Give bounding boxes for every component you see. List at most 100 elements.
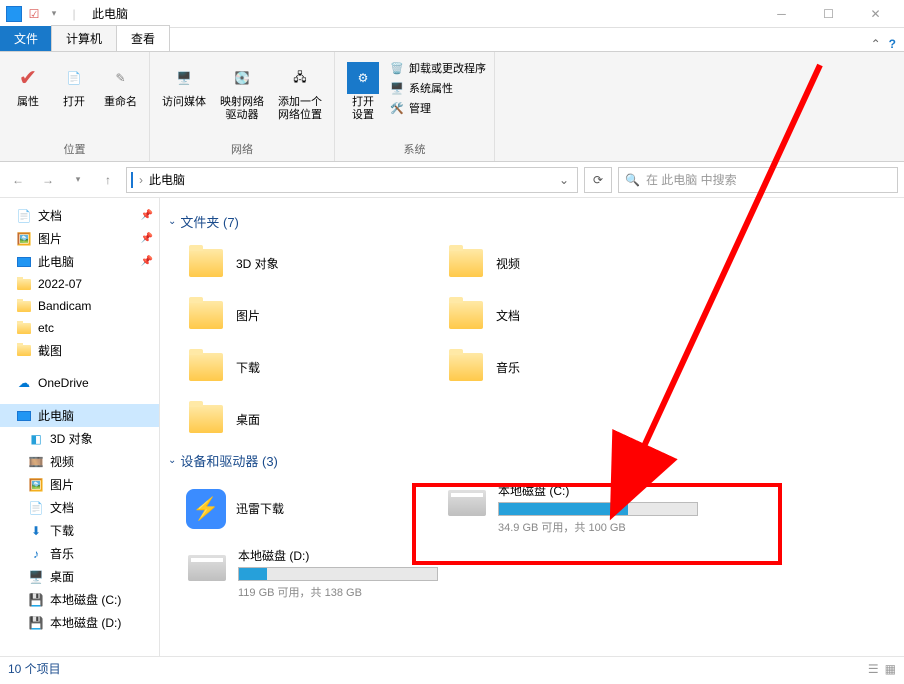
breadcrumb[interactable]: 此电脑 bbox=[149, 171, 185, 188]
cube-icon bbox=[186, 243, 226, 283]
titlebar: ☑ ▾ | 此电脑 ─ ☐ ✕ bbox=[0, 0, 904, 28]
item-count: 10 个项目 bbox=[8, 660, 61, 677]
folder-icon bbox=[16, 276, 32, 292]
folder-videos[interactable]: 视频 bbox=[426, 237, 686, 289]
desktop-folder-icon bbox=[186, 399, 226, 439]
sidebar-item-onedrive[interactable]: ☁OneDrive bbox=[0, 372, 159, 394]
doc-icon: 📄 bbox=[28, 500, 44, 516]
sidebar-item-disk-c[interactable]: 💾本地磁盘 (C:) bbox=[0, 588, 159, 611]
pin-icon: 📌 bbox=[141, 233, 153, 244]
window-title: 此电脑 bbox=[92, 5, 128, 22]
cloud-icon: ☁ bbox=[16, 375, 32, 391]
maximize-button[interactable]: ☐ bbox=[806, 3, 851, 25]
pin-icon: 📌 bbox=[141, 256, 153, 267]
uninstall-icon: 🗑️ bbox=[389, 60, 405, 76]
manage-icon: 🛠️ bbox=[389, 100, 405, 116]
tab-file[interactable]: 文件 bbox=[0, 26, 52, 51]
video-icon: 🎞️ bbox=[28, 454, 44, 470]
disk-icon: 💾 bbox=[28, 592, 44, 608]
pc-icon bbox=[16, 408, 32, 424]
network-icon: 🖧 bbox=[284, 62, 316, 94]
group-network-label: 网络 bbox=[158, 141, 326, 157]
video-folder-icon bbox=[446, 243, 486, 283]
sysprop-icon: 🖥️ bbox=[389, 80, 405, 96]
forward-button[interactable]: → bbox=[36, 168, 60, 192]
back-button[interactable]: ← bbox=[6, 168, 30, 192]
address-dropdown-icon[interactable]: ⌄ bbox=[555, 173, 573, 187]
group-location-label: 位置 bbox=[8, 141, 141, 157]
properties-button[interactable]: ✔ 属性 bbox=[8, 60, 48, 111]
sidebar-item-folder[interactable]: 截图 bbox=[0, 339, 159, 362]
add-location-button[interactable]: 🖧 添加一个 网络位置 bbox=[274, 60, 326, 124]
sidebar-item-videos[interactable]: 🎞️视频 bbox=[0, 450, 159, 473]
music-icon: ♪ bbox=[28, 546, 44, 562]
tab-computer[interactable]: 计算机 bbox=[51, 25, 117, 51]
music-folder-icon bbox=[446, 347, 486, 387]
download-icon: ⬇ bbox=[28, 523, 44, 539]
open-icon: 📄 bbox=[58, 62, 90, 94]
sidebar-item-music[interactable]: ♪音乐 bbox=[0, 542, 159, 565]
address-bar[interactable]: › 此电脑 ⌄ bbox=[126, 167, 578, 193]
sidebar-item-pictures[interactable]: 🖼️图片📌 bbox=[0, 227, 159, 250]
sidebar-item-thispc-main[interactable]: 此电脑 bbox=[0, 404, 159, 427]
folder-downloads[interactable]: 下载 bbox=[166, 341, 426, 393]
rename-button[interactable]: ✎ 重命名 bbox=[100, 60, 141, 111]
check-icon: ✔ bbox=[12, 62, 44, 94]
folder-documents[interactable]: 文档 bbox=[426, 289, 686, 341]
sidebar-item-documents[interactable]: 📄文档 bbox=[0, 496, 159, 519]
sidebar-item-pictures[interactable]: 🖼️图片 bbox=[0, 473, 159, 496]
checkbox-icon[interactable]: ☑ bbox=[26, 6, 42, 22]
pc-icon bbox=[6, 6, 22, 22]
thunder-icon: ⚡ bbox=[186, 489, 226, 529]
folder-icon bbox=[16, 320, 32, 336]
open-settings-button[interactable]: ⚙ 打开 设置 bbox=[343, 60, 383, 124]
manage-button[interactable]: 🛠️管理 bbox=[389, 100, 486, 116]
refresh-button[interactable]: ⟳ bbox=[584, 167, 612, 193]
tiles-view-icon[interactable]: ▦ bbox=[885, 662, 896, 676]
dropdown-icon[interactable]: ▾ bbox=[46, 6, 62, 22]
minimize-button[interactable]: ─ bbox=[759, 3, 804, 25]
folders-section-header[interactable]: ⌄ 文件夹 (7) bbox=[166, 206, 898, 237]
recent-dropdown[interactable]: ▾ bbox=[66, 168, 90, 192]
up-button[interactable]: ↑ bbox=[96, 168, 120, 192]
details-view-icon[interactable]: ☰ bbox=[868, 662, 879, 676]
documents-folder-icon bbox=[446, 295, 486, 335]
folder-3d-objects[interactable]: 3D 对象 bbox=[166, 237, 426, 289]
folder-music[interactable]: 音乐 bbox=[426, 341, 686, 393]
cube-icon: ◧ bbox=[28, 431, 44, 447]
sidebar-item-disk-d[interactable]: 💾本地磁盘 (D:) bbox=[0, 611, 159, 634]
statusbar: 10 个项目 ☰ ▦ bbox=[0, 656, 904, 680]
access-media-button[interactable]: 🖥️ 访问媒体 bbox=[158, 60, 210, 111]
uninstall-button[interactable]: 🗑️卸载或更改程序 bbox=[389, 60, 486, 76]
close-button[interactable]: ✕ bbox=[853, 3, 898, 25]
search-input[interactable]: 🔍 在 此电脑 中搜索 bbox=[618, 167, 898, 193]
thunder-download[interactable]: ⚡ 迅雷下载 bbox=[166, 476, 426, 541]
sidebar-item-3d[interactable]: ◧3D 对象 bbox=[0, 427, 159, 450]
desktop-icon: 🖥️ bbox=[28, 569, 44, 585]
pin-icon: 📌 bbox=[141, 210, 153, 221]
folder-pictures[interactable]: 图片 bbox=[166, 289, 426, 341]
sidebar: 📄文档📌 🖼️图片📌 此电脑📌 2022-07 Bandicam etc 截图 … bbox=[0, 198, 160, 656]
sidebar-item-desktop[interactable]: 🖥️桌面 bbox=[0, 565, 159, 588]
disk-icon: 💾 bbox=[28, 615, 44, 631]
pc-icon bbox=[131, 173, 133, 187]
sidebar-item-thispc[interactable]: 此电脑📌 bbox=[0, 250, 159, 273]
folder-desktop[interactable]: 桌面 bbox=[166, 393, 426, 445]
search-icon: 🔍 bbox=[625, 173, 640, 187]
sidebar-item-documents[interactable]: 📄文档📌 bbox=[0, 204, 159, 227]
sidebar-item-downloads[interactable]: ⬇下载 bbox=[0, 519, 159, 542]
open-button[interactable]: 📄 打开 bbox=[54, 60, 94, 111]
capacity-bar bbox=[238, 567, 438, 581]
chevron-down-icon: ⌄ bbox=[168, 216, 176, 227]
pic-icon: 🖼️ bbox=[28, 477, 44, 493]
sidebar-item-folder[interactable]: etc bbox=[0, 317, 159, 339]
address-bar-row: ← → ▾ ↑ › 此电脑 ⌄ ⟳ 🔍 在 此电脑 中搜索 bbox=[0, 162, 904, 198]
sidebar-item-folder[interactable]: Bandicam bbox=[0, 295, 159, 317]
drives-section-header[interactable]: ⌄ 设备和驱动器 (3) bbox=[166, 445, 898, 476]
help-icon[interactable]: ? bbox=[889, 37, 896, 51]
collapse-ribbon-icon[interactable]: ⌃ bbox=[871, 37, 881, 51]
system-properties-button[interactable]: 🖥️系统属性 bbox=[389, 80, 486, 96]
sidebar-item-folder[interactable]: 2022-07 bbox=[0, 273, 159, 295]
map-drive-button[interactable]: 💽 映射网络 驱动器 bbox=[216, 60, 268, 124]
tab-view[interactable]: 查看 bbox=[116, 25, 170, 51]
